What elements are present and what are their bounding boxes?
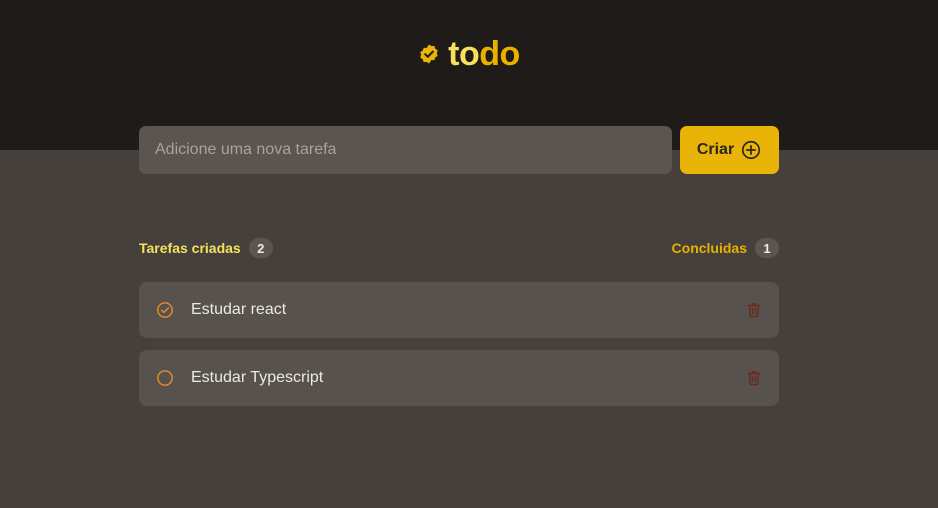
- done-tasks-badge: 1: [755, 238, 779, 258]
- done-tasks-label: Concluidas: [671, 240, 747, 256]
- logo-text-do: do: [479, 35, 520, 73]
- trash-icon[interactable]: [743, 299, 765, 321]
- task-text: Estudar Typescript: [191, 369, 324, 386]
- logo-text-to: to: [448, 35, 480, 73]
- checked-circle-icon[interactable]: [155, 300, 175, 320]
- new-task-form: Criar: [139, 126, 779, 174]
- create-task-button[interactable]: Criar: [680, 126, 779, 174]
- plus-circle-icon: [740, 139, 762, 161]
- empty-circle-icon[interactable]: [155, 368, 175, 388]
- task-list: Estudar react Estudar Typescript: [139, 282, 779, 418]
- created-tasks-counter: Tarefas criadas 2: [139, 238, 273, 258]
- task-text: Estudar react: [191, 301, 287, 318]
- create-button-label: Criar: [696, 141, 735, 158]
- done-tasks-counter: Concluidas 1: [672, 238, 779, 258]
- created-tasks-badge: 2: [248, 238, 273, 258]
- task-counters: Tarefas criadas 2 Concluidas 1: [139, 237, 779, 259]
- trash-icon[interactable]: [743, 367, 765, 389]
- app-logo: todo: [0, 36, 938, 72]
- task-item: Estudar Typescript: [139, 350, 779, 406]
- new-task-input[interactable]: [139, 126, 672, 174]
- logo-text: todo: [448, 36, 520, 72]
- created-tasks-label: Tarefas criadas: [139, 240, 241, 256]
- verified-badge-icon: [418, 43, 440, 65]
- task-item: Estudar react: [139, 282, 779, 338]
